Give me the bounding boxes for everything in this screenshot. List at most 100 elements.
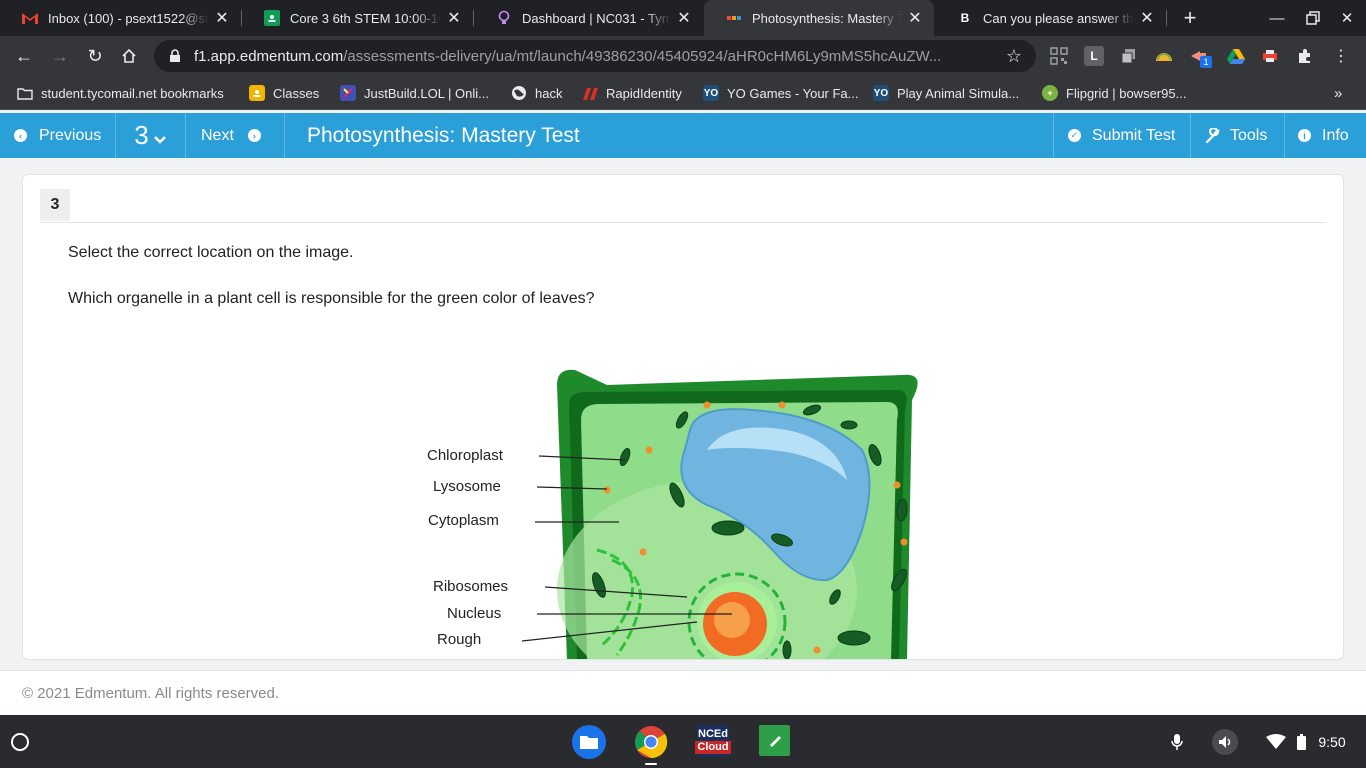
figure-label-cytoplasm: Cytoplasm xyxy=(428,512,499,529)
battery-icon[interactable] xyxy=(1294,729,1308,755)
bookmarks-bar: student.tycomail.net bookmarks Classes J… xyxy=(0,76,1366,110)
chevron-down-icon xyxy=(153,135,166,144)
forward-arrow-icon[interactable]: → xyxy=(46,42,74,70)
bookmarks-overflow-chevron[interactable]: » xyxy=(1334,82,1342,104)
new-tab-button[interactable]: + xyxy=(1176,4,1204,32)
bookmark-label: RapidIdentity xyxy=(606,85,682,101)
taco-extension-icon[interactable] xyxy=(1154,46,1174,66)
ncedcloud-icon[interactable]: NCEd Cloud xyxy=(695,725,731,757)
extension-badge: 1 xyxy=(1200,56,1212,68)
lock-icon xyxy=(170,49,180,62)
accelerated-reader-icon[interactable] xyxy=(759,725,790,756)
bookmark-hack[interactable]: hack xyxy=(511,82,562,104)
bookmark-classes[interactable]: Classes xyxy=(249,82,319,104)
reload-icon[interactable]: ↻ xyxy=(81,42,109,70)
classroom-icon xyxy=(264,10,280,26)
minimize-window-icon[interactable]: — xyxy=(1260,0,1294,36)
back-arrow-icon[interactable]: ← xyxy=(10,42,38,70)
bookmark-label: YO Games - Your Fa... xyxy=(727,85,859,101)
bookmark-rapididentity[interactable]: RapidIdentity xyxy=(582,82,682,104)
address-bar[interactable]: f1.app.edmentum.com/assessments-delivery… xyxy=(154,40,1036,72)
qr-extension-icon[interactable] xyxy=(1049,46,1069,66)
files-icon[interactable] xyxy=(572,725,606,759)
clock[interactable]: 9:50 xyxy=(1312,729,1352,755)
tab-title: Inbox (100) - psext1522@st xyxy=(48,10,209,26)
microphone-icon[interactable] xyxy=(1166,729,1188,755)
tab-gmail[interactable]: Inbox (100) - psext1522@st ✕ xyxy=(0,0,241,36)
next-label: Next xyxy=(201,126,234,144)
chevron-right-icon: › xyxy=(247,129,261,142)
question-card: 3 Select the correct location on the ima… xyxy=(22,174,1344,660)
l-extension-icon[interactable]: L xyxy=(1084,46,1104,66)
tab-title: Can you please answer this xyxy=(983,10,1134,26)
bookmark-label: hack xyxy=(535,85,563,101)
globe-icon xyxy=(511,85,527,101)
bookmark-animal-simulator[interactable]: YO Play Animal Simula... xyxy=(873,82,1019,104)
chrome-icon[interactable] xyxy=(634,725,668,759)
question-selector[interactable]: 3 xyxy=(116,113,186,158)
bookmark-label: Play Animal Simula... xyxy=(897,85,1020,101)
bookmark-flipgrid[interactable]: + Flipgrid | bowser95... xyxy=(1042,82,1186,104)
os-shelf: NCEd Cloud 9:50 xyxy=(0,715,1366,768)
close-tab-icon[interactable]: ✕ xyxy=(213,8,231,28)
chrome-menu-icon[interactable]: ⋮ xyxy=(1331,46,1351,66)
figure-label-rough: Rough xyxy=(437,631,482,648)
bookmark-label: Classes xyxy=(273,85,320,101)
bookmark-justbuild[interactable]: JustBuild.LOL | Onli... xyxy=(340,82,489,104)
edmentum-icon xyxy=(726,10,742,26)
close-tab-icon[interactable]: ✕ xyxy=(445,8,463,28)
ncedcloud-line1: NCEd xyxy=(698,728,728,740)
assessment-header: ‹ Previous 3 Next › Photosynthesis: Mast… xyxy=(0,113,1366,158)
question-number: 3 xyxy=(40,189,70,221)
figure-label-chloroplast: Chloroplast xyxy=(427,447,503,464)
info-icon: i xyxy=(1298,129,1311,142)
launcher-icon[interactable] xyxy=(11,733,29,751)
next-button[interactable]: Next › xyxy=(186,113,285,158)
question-instruction: Select the correct location on the image… xyxy=(68,244,354,261)
info-button[interactable]: i Info xyxy=(1285,113,1366,158)
printer-extension-icon[interactable] xyxy=(1260,46,1280,66)
submit-test-button[interactable]: ✓ Submit Test xyxy=(1053,113,1191,158)
puzzle-extensions-icon[interactable] xyxy=(1295,46,1315,66)
tools-button[interactable]: Tools xyxy=(1191,113,1285,158)
close-tab-icon[interactable]: ✕ xyxy=(675,8,693,28)
folder-icon xyxy=(17,85,33,101)
bookmark-star-icon[interactable]: ☆ xyxy=(1002,46,1026,67)
bookmark-folder[interactable]: student.tycomail.net bookmarks xyxy=(17,82,224,104)
tab-brainly[interactable]: B Can you please answer this ✕ xyxy=(935,0,1166,36)
bookmark-label: Flipgrid | bowser95... xyxy=(1066,85,1187,101)
bookmark-label: student.tycomail.net bookmarks xyxy=(41,85,224,101)
classroom-icon xyxy=(249,85,265,101)
wifi-icon[interactable] xyxy=(1264,729,1288,755)
bookmark-yo-games[interactable]: YO YO Games - Your Fa... xyxy=(703,82,859,104)
browser-toolbar: ← → ↻ f1.app.edmentum.com/assessments-de… xyxy=(0,36,1366,76)
close-tab-icon[interactable]: ✕ xyxy=(906,8,924,28)
tab-photosynthesis-active[interactable]: Photosynthesis: Mastery Te ✕ xyxy=(704,0,934,36)
ncedcloud-line2: Cloud xyxy=(695,741,731,754)
home-icon[interactable] xyxy=(115,42,143,70)
url-text: f1.app.edmentum.com/assessments-delivery… xyxy=(194,48,1002,65)
justbuild-icon xyxy=(340,85,356,101)
info-label: Info xyxy=(1322,126,1349,144)
lightbulb-icon xyxy=(496,10,512,26)
close-window-icon[interactable]: ✕ xyxy=(1330,0,1364,36)
chevron-left-icon: ‹ xyxy=(14,129,27,142)
copy-extension-icon[interactable] xyxy=(1119,46,1139,66)
restore-window-icon[interactable] xyxy=(1296,0,1330,36)
assessment-content: 3 Select the correct location on the ima… xyxy=(0,158,1366,670)
tab-dashboard[interactable]: Dashboard | NC031 - Tyrrell ✕ xyxy=(474,0,703,36)
gmail-icon xyxy=(22,10,38,26)
tab-classroom[interactable]: Core 3 6th STEM 10:00-10:5 ✕ xyxy=(242,0,473,36)
wrench-icon xyxy=(1205,127,1220,143)
tools-label: Tools xyxy=(1230,126,1268,144)
tab-title: Core 3 6th STEM 10:00-10:5 xyxy=(290,10,441,26)
rapididentity-icon xyxy=(582,85,598,101)
url-host: f1.app.edmentum.com xyxy=(194,47,344,65)
figure-label-nucleus: Nucleus xyxy=(447,605,502,622)
notification-extension-icon[interactable]: 1 xyxy=(1189,46,1212,68)
previous-button[interactable]: ‹ Previous xyxy=(0,113,116,158)
close-tab-icon[interactable]: ✕ xyxy=(1138,8,1156,28)
question-selector-value: 3 xyxy=(134,120,149,150)
google-drive-icon[interactable] xyxy=(1226,46,1246,66)
select-to-speak-icon[interactable] xyxy=(1212,729,1238,755)
